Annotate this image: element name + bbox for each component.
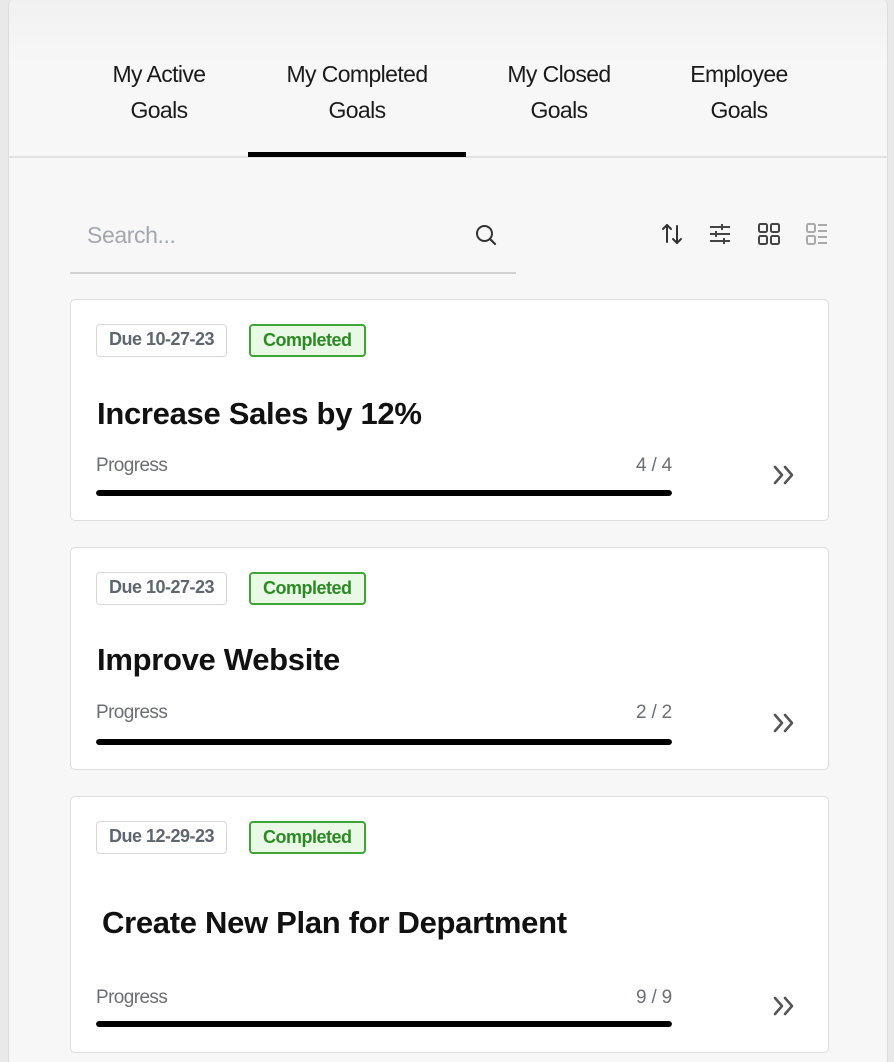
tab-my-completed-goals[interactable]: My Completed Goals <box>271 56 443 128</box>
tab-label-line1: My Active <box>112 61 206 87</box>
progress-count: 2 / 2 <box>636 702 672 723</box>
progress-fill <box>96 739 672 745</box>
tab-my-active-goals[interactable]: My Active Goals <box>97 56 221 128</box>
due-date-badge: Due 10-27-23 <box>96 324 228 357</box>
progress-count: 4 / 4 <box>636 455 672 476</box>
progress-label: Progress <box>96 987 168 1008</box>
chevron-double-right-icon[interactable] <box>770 462 798 488</box>
search-field <box>70 210 516 274</box>
progress-label: Progress <box>96 455 168 476</box>
tab-label-line2: Goals <box>530 97 588 123</box>
tab-employee-goals[interactable]: Employee Goals <box>679 56 799 128</box>
sort-icon[interactable] <box>659 221 685 247</box>
goal-title: Increase Sales by 12% <box>97 396 422 431</box>
progress-fill <box>96 1021 672 1027</box>
filter-icon[interactable] <box>707 221 733 247</box>
goal-card[interactable]: Due 10-27-23 Completed Increase Sales by… <box>70 299 829 521</box>
tab-label-line2: Goals <box>130 97 188 123</box>
chevron-double-right-icon[interactable] <box>770 993 798 1019</box>
search-input[interactable] <box>87 218 447 252</box>
active-tab-indicator <box>248 152 466 157</box>
status-badge: Completed <box>249 572 366 605</box>
goals-panel: My Active Goals My Completed Goals My Cl… <box>8 0 888 1062</box>
goal-title: Improve Website <box>97 642 341 677</box>
progress-fill <box>96 490 672 496</box>
tab-label-line1: Employee <box>690 61 788 87</box>
list-view-icon[interactable] <box>804 221 830 247</box>
progress-label: Progress <box>96 702 168 723</box>
status-badge: Completed <box>249 324 366 357</box>
tab-my-closed-goals[interactable]: My Closed Goals <box>493 56 625 128</box>
progress-count: 9 / 9 <box>636 987 672 1008</box>
tab-label-line2: Goals <box>710 97 768 123</box>
progress-bar <box>96 1021 672 1027</box>
tab-label-line1: My Completed <box>286 61 428 87</box>
goals-tab-bar: My Active Goals My Completed Goals My Cl… <box>9 0 887 158</box>
search-icon[interactable] <box>474 223 498 247</box>
goal-card[interactable]: Due 10-27-23 Completed Improve Website P… <box>70 547 829 770</box>
progress-bar <box>96 739 672 745</box>
goal-card[interactable]: Due 12-29-23 Completed Create New Plan f… <box>70 796 829 1053</box>
status-badge: Completed <box>249 821 366 854</box>
tab-label-line2: Goals <box>328 97 386 123</box>
chevron-double-right-icon[interactable] <box>770 710 798 736</box>
due-date-badge: Due 10-27-23 <box>96 572 228 605</box>
progress-bar <box>96 490 672 496</box>
grid-view-icon[interactable] <box>756 221 782 247</box>
goal-title: Create New Plan for Department <box>102 905 567 940</box>
due-date-badge: Due 12-29-23 <box>96 821 228 854</box>
tab-label-line1: My Closed <box>507 61 611 87</box>
